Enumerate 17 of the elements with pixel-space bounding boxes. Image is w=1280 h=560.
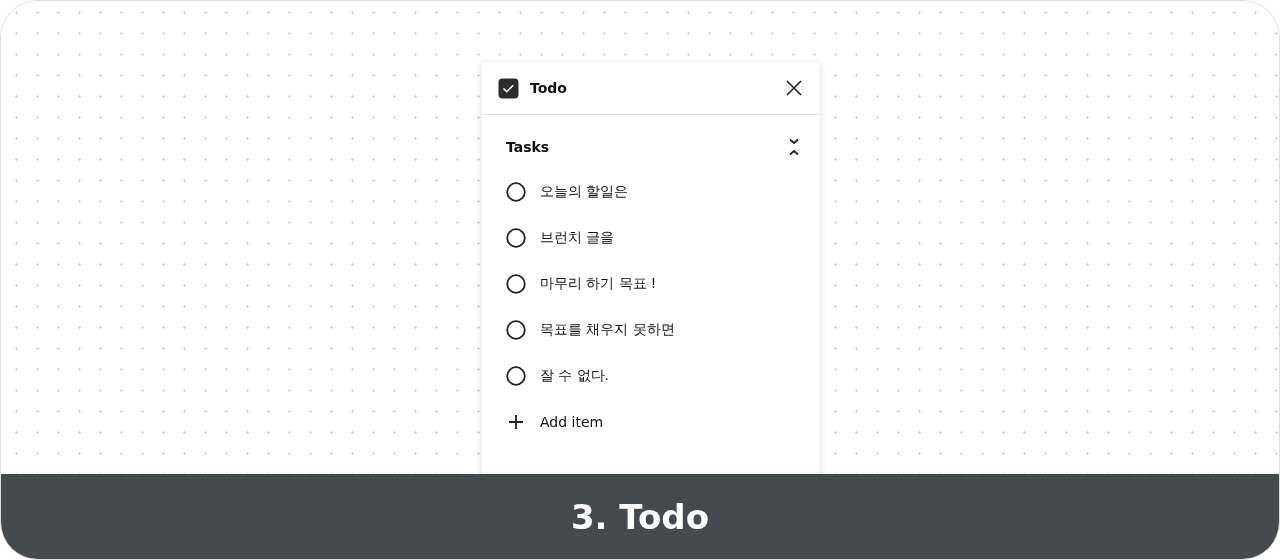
task-label: 브런치 글을 bbox=[540, 229, 615, 247]
task-checkbox[interactable] bbox=[506, 320, 526, 340]
task-checkbox[interactable] bbox=[506, 274, 526, 294]
task-checkbox[interactable] bbox=[506, 366, 526, 386]
close-button[interactable] bbox=[784, 78, 804, 98]
task-label: 오늘의 할일은 bbox=[540, 183, 629, 201]
add-item-button[interactable]: Add item bbox=[506, 399, 604, 445]
task-checkbox[interactable] bbox=[506, 182, 526, 202]
plus-icon bbox=[508, 414, 524, 430]
task-checkbox[interactable] bbox=[506, 228, 526, 248]
checkbox-icon bbox=[498, 77, 519, 99]
task-label: 목표를 채우지 못하면 bbox=[540, 321, 675, 339]
task-label: 마무리 하기 목표 ! bbox=[540, 275, 657, 293]
task-label: 잘 수 없다. bbox=[540, 367, 609, 385]
section-title: Tasks bbox=[506, 139, 550, 155]
panel-title: Todo bbox=[530, 80, 568, 96]
caption: 3. Todo bbox=[570, 496, 710, 537]
